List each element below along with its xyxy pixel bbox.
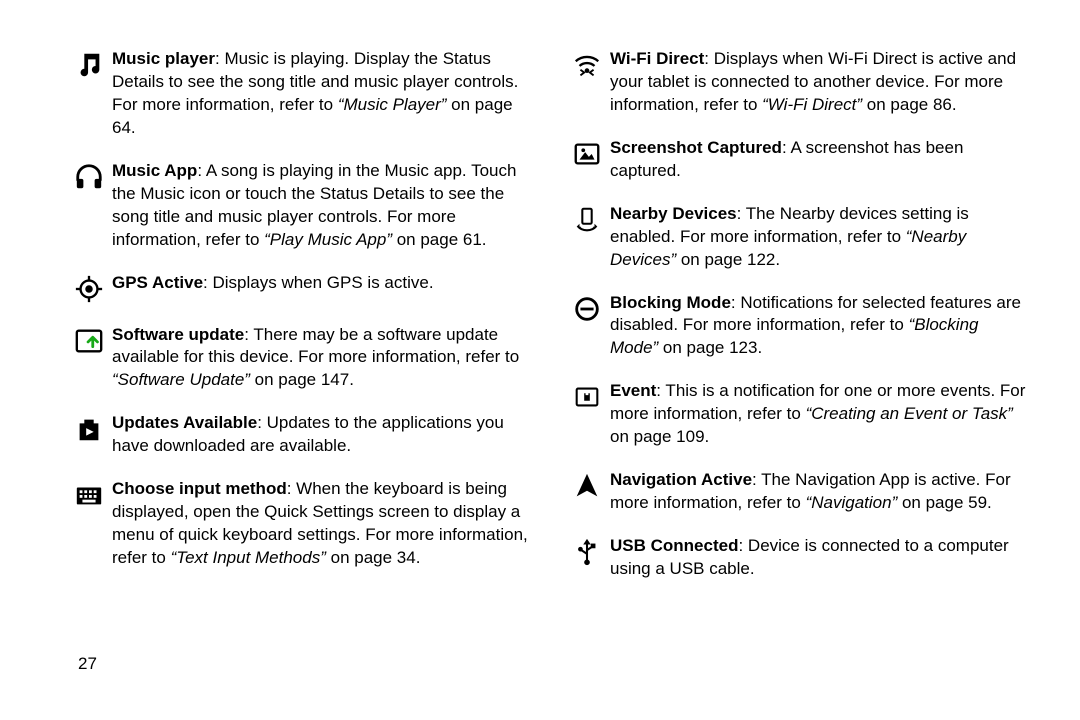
entry-ref: “Wi-Fi Direct” [762,95,862,114]
entry-text: Music player: Music is playing. Display … [112,48,528,140]
software-update-icon [66,324,112,393]
entry-ref: “Creating an Event or Task” [806,404,1013,423]
entry-tail: on page 61. [392,230,487,249]
entry-title: Navigation Active [610,470,752,489]
entry-tail: on page 147. [250,370,354,389]
entry-title: Software update [112,325,244,344]
manual-page: Music player: Music is playing. Display … [0,0,1080,720]
entry-ref: “Navigation” [806,493,898,512]
entry-title: Blocking Mode [610,293,731,312]
entry-title: Music App [112,161,197,180]
navigation-icon [564,469,610,515]
entry-nearby-devices: Nearby Devices: The Nearby devices setti… [564,203,1026,272]
entry-usb: USB Connected: Device is connected to a … [564,535,1026,581]
entry-software-update: Software update: There may be a software… [66,324,528,393]
entry-tail: on page 34. [326,548,421,567]
entry-tail: on page 86. [862,95,957,114]
entry-ref: “Music Player” [338,95,447,114]
nearby-devices-icon [564,203,610,272]
event-icon [564,380,610,449]
entry-event: Event: This is a notification for one or… [564,380,1026,449]
entry-title: Wi-Fi Direct [610,49,704,68]
entry-text: Wi-Fi Direct: Displays when Wi-Fi Direct… [610,48,1026,117]
entry-text: Software update: There may be a software… [112,324,528,393]
entry-tail: on page 109. [610,427,709,446]
entry-title: USB Connected [610,536,738,555]
blocking-mode-icon [564,292,610,361]
entry-text: USB Connected: Device is connected to a … [610,535,1026,581]
entry-ref: “Play Music App” [264,230,392,249]
entry-title: Screenshot Captured [610,138,782,157]
right-column: Wi-Fi Direct: Displays when Wi-Fi Direct… [546,48,1026,696]
entry-tail: on page 123. [658,338,762,357]
entry-music-app: Music App: A song is playing in the Musi… [66,160,528,252]
entry-title: Nearby Devices [610,204,737,223]
entry-music-player: Music player: Music is playing. Display … [66,48,528,140]
music-note-icon [66,48,112,140]
entry-text: Music App: A song is playing in the Musi… [112,160,528,252]
entry-text: GPS Active: Displays when GPS is active. [112,272,528,304]
keyboard-icon [66,478,112,570]
entry-body: : Displays when GPS is active. [203,273,434,292]
entry-gps: GPS Active: Displays when GPS is active. [66,272,528,304]
entry-text: Navigation Active: The Navigation App is… [610,469,1026,515]
entry-title: Updates Available [112,413,257,432]
entry-tail: on page 59. [897,493,992,512]
entry-text: Screenshot Captured: A screenshot has be… [610,137,1026,183]
entry-text: Blocking Mode: Notifications for selecte… [610,292,1026,361]
entry-title: Music player [112,49,215,68]
entry-text: Updates Available: Updates to the applic… [112,412,528,458]
left-column: Music player: Music is playing. Display … [66,48,546,696]
usb-icon [564,535,610,581]
entry-text: Nearby Devices: The Nearby devices setti… [610,203,1026,272]
screenshot-icon [564,137,610,183]
wifi-direct-icon [564,48,610,117]
updates-available-icon [66,412,112,458]
headphones-icon [66,160,112,252]
entry-wifi-direct: Wi-Fi Direct: Displays when Wi-Fi Direct… [564,48,1026,117]
entry-blocking-mode: Blocking Mode: Notifications for selecte… [564,292,1026,361]
entry-tail: on page 122. [676,250,780,269]
entry-title: GPS Active [112,273,203,292]
entry-title: Choose input method [112,479,287,498]
entry-text: Choose input method: When the keyboard i… [112,478,528,570]
entry-title: Event [610,381,656,400]
page-number: 27 [78,653,97,676]
entry-ref: “Text Input Methods” [171,548,326,567]
gps-icon [66,272,112,304]
entry-navigation: Navigation Active: The Navigation App is… [564,469,1026,515]
entry-updates-available: Updates Available: Updates to the applic… [66,412,528,458]
entry-input-method: Choose input method: When the keyboard i… [66,478,528,570]
entry-text: Event: This is a notification for one or… [610,380,1026,449]
entry-ref: “Software Update” [112,370,250,389]
entry-screenshot: Screenshot Captured: A screenshot has be… [564,137,1026,183]
